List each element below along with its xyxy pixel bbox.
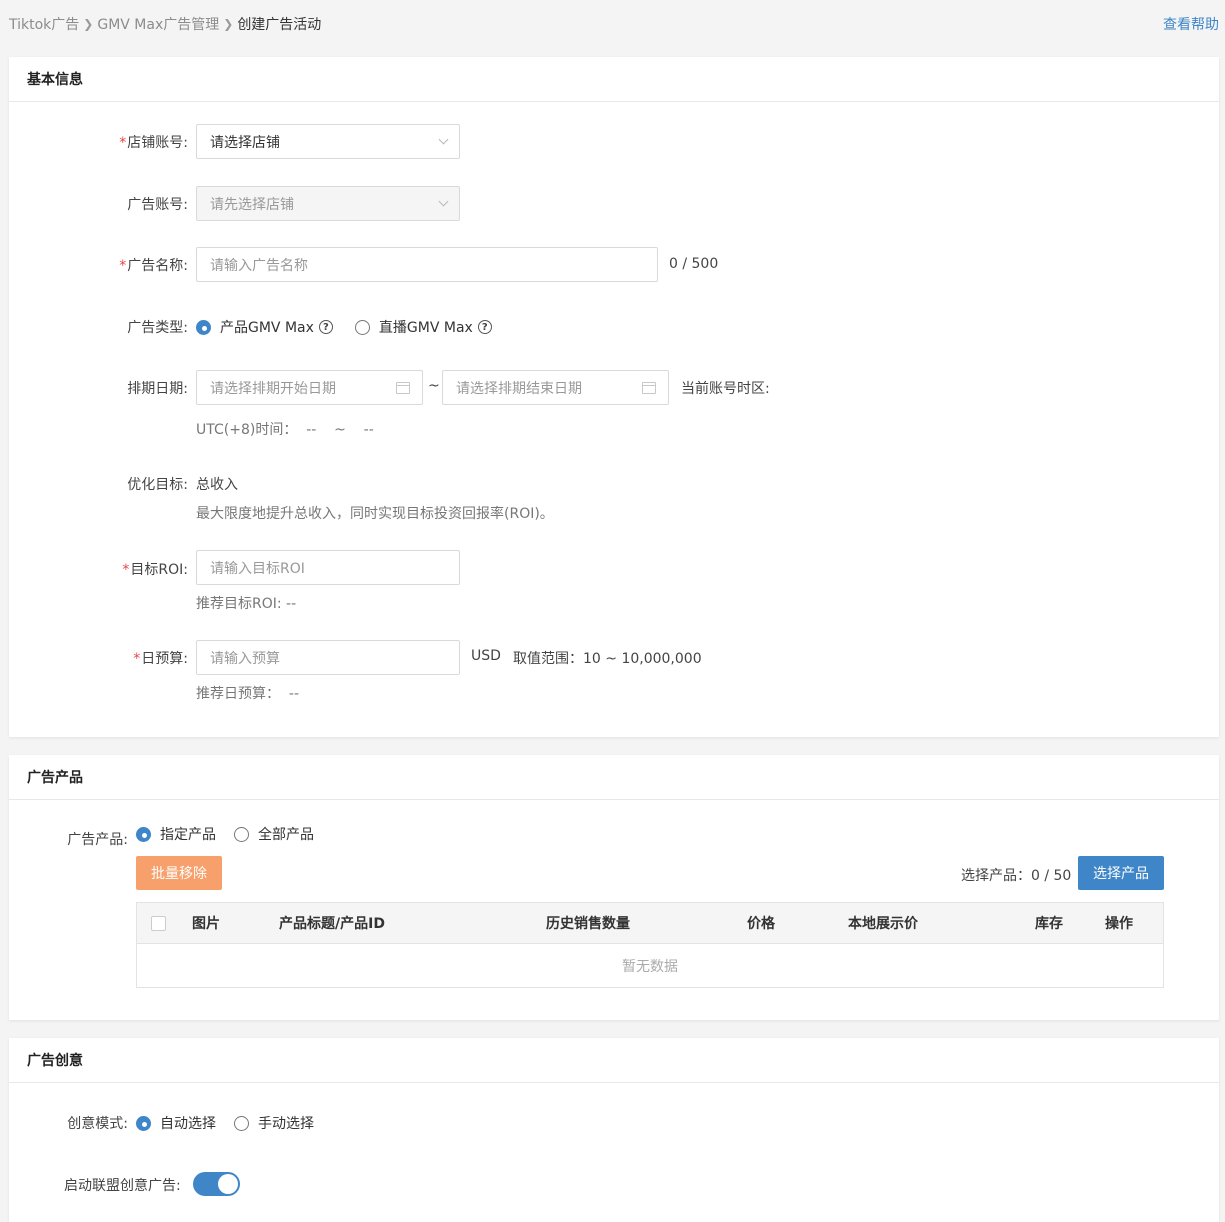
timezone-label: 当前账号时区: xyxy=(681,381,770,397)
product-option-specified[interactable]: 指定产品 xyxy=(136,824,216,844)
schedule-range-separator: ~ xyxy=(428,378,440,394)
radio-unchecked-icon xyxy=(354,319,370,335)
ad-type-label: 广告类型: xyxy=(127,320,188,336)
column-header-title: 产品标题/产品ID xyxy=(279,916,385,932)
target-roi-label: *目标ROI: xyxy=(122,562,188,578)
products-table: 图片 产品标题/产品ID 历史销售数量 价格 本地展示价 库存 操作 暂无数据 xyxy=(136,902,1164,988)
radio-checked-icon xyxy=(196,319,211,335)
schedule-start-input[interactable]: 请选择排期开始日期 xyxy=(196,370,423,405)
required-mark: * xyxy=(119,258,127,274)
store-account-label: *店铺账号: xyxy=(119,135,188,151)
ad-products-radio-group: 指定产品 全部产品 xyxy=(136,824,332,844)
table-header: 图片 产品标题/产品ID 历史销售数量 价格 本地展示价 库存 操作 xyxy=(137,903,1163,944)
optimize-goal-label: 优化目标: xyxy=(127,477,188,493)
column-header-stock: 库存 xyxy=(1035,916,1063,932)
batch-remove-button[interactable]: 批量移除 xyxy=(136,856,222,890)
calendar-icon xyxy=(642,381,656,394)
ad-type-option-product[interactable]: 产品GMV Max ? xyxy=(196,317,333,337)
basic-info-title: 基本信息 xyxy=(9,57,1219,102)
ad-account-label: 广告账号: xyxy=(127,197,188,213)
basic-info-card: 基本信息 *店铺账号: 请选择店铺 广告账号: 请先选择店铺 *广告名称: 请输… xyxy=(9,57,1219,737)
ad-products-card: 广告产品 广告产品: 指定产品 全部产品 批量移除 选择产品：0 / 50 选择… xyxy=(9,755,1219,1020)
schedule-end-input[interactable]: 请选择排期结束日期 xyxy=(442,370,669,405)
daily-budget-hint: 推荐日预算： -- xyxy=(196,686,300,702)
product-option-all[interactable]: 全部产品 xyxy=(234,824,314,844)
radio-unchecked-icon xyxy=(234,1115,249,1131)
affiliate-creative-toggle[interactable] xyxy=(193,1172,240,1196)
ad-type-radio-group: 产品GMV Max ? 直播GMV Max ? xyxy=(196,317,510,337)
help-question-icon[interactable]: ? xyxy=(318,320,333,334)
column-header-price: 价格 xyxy=(747,916,775,932)
required-mark: * xyxy=(119,135,127,151)
creative-mode-radio-group: 自动选择 手动选择 xyxy=(136,1113,332,1133)
utc-time-text: UTC(+8)时间： -- ~ -- xyxy=(196,422,374,438)
creative-option-auto[interactable]: 自动选择 xyxy=(136,1113,216,1133)
ad-products-label: 广告产品: xyxy=(67,832,128,848)
breadcrumb: Tiktok广告 ❯ GMV Max广告管理 ❯ 创建广告活动 xyxy=(9,14,321,34)
optimize-goal-description: 最大限度地提升总收入，同时实现目标投资回报率(ROI)。 xyxy=(196,506,554,522)
ad-products-title: 广告产品 xyxy=(9,755,1219,800)
daily-budget-range: 取值范围：10 ~ 10,000,000 xyxy=(513,651,702,667)
required-mark: * xyxy=(133,651,141,667)
ad-creative-title: 广告创意 xyxy=(9,1038,1219,1083)
daily-budget-input[interactable]: 请输入预算 xyxy=(196,640,460,675)
radio-unchecked-icon xyxy=(234,826,249,842)
help-question-icon[interactable]: ? xyxy=(477,320,492,334)
target-roi-hint: 推荐目标ROI: -- xyxy=(196,596,297,612)
column-header-sales: 历史销售数量 xyxy=(546,916,630,932)
breadcrumb-item-current: 创建广告活动 xyxy=(237,17,322,33)
basic-info-body: *店铺账号: 请选择店铺 广告账号: 请先选择店铺 *广告名称: 请输入广告名称… xyxy=(9,102,1219,737)
ad-name-label: *广告名称: xyxy=(119,258,188,274)
radio-checked-icon xyxy=(136,1115,151,1131)
ad-name-counter: 0 / 500 xyxy=(669,256,719,272)
creative-option-manual[interactable]: 手动选择 xyxy=(234,1113,314,1133)
chevron-down-icon xyxy=(438,134,449,145)
breadcrumb-separator-icon: ❯ xyxy=(223,17,234,31)
daily-budget-currency: USD xyxy=(471,648,501,664)
ad-products-body: 广告产品: 指定产品 全部产品 批量移除 选择产品：0 / 50 选择产品 图片… xyxy=(9,800,1219,1020)
ad-account-select[interactable]: 请先选择店铺 xyxy=(196,186,460,221)
affiliate-creative-label: 启动联盟创意广告: xyxy=(64,1178,181,1194)
table-empty-text: 暂无数据 xyxy=(622,958,678,975)
breadcrumb-item-gmv-max[interactable]: GMV Max广告管理 xyxy=(97,14,219,34)
calendar-icon xyxy=(396,381,410,394)
help-link[interactable]: 查看帮助 xyxy=(1163,14,1219,34)
store-account-select[interactable]: 请选择店铺 xyxy=(196,124,460,159)
ad-type-option-live[interactable]: 直播GMV Max ? xyxy=(354,317,492,337)
column-header-actions: 操作 xyxy=(1105,916,1133,932)
schedule-label: 排期日期: xyxy=(127,381,188,397)
daily-budget-label: *日预算: xyxy=(133,651,188,667)
chevron-down-icon xyxy=(438,196,449,207)
ad-creative-card: 广告创意 创意模式: 自动选择 手动选择 启动联盟创意广告: xyxy=(9,1038,1219,1222)
optimize-goal-value: 总收入 xyxy=(196,477,238,493)
column-header-image: 图片 xyxy=(192,916,220,932)
target-roi-input[interactable]: 请输入目标ROI xyxy=(196,550,460,585)
select-products-button[interactable]: 选择产品 xyxy=(1078,856,1164,890)
top-bar: Tiktok广告 ❯ GMV Max广告管理 ❯ 创建广告活动 查看帮助 xyxy=(0,0,1225,48)
breadcrumb-item-tiktok-ads[interactable]: Tiktok广告 xyxy=(9,14,79,34)
creative-mode-label: 创意模式: xyxy=(67,1116,128,1132)
radio-checked-icon xyxy=(136,826,151,842)
selected-product-count: 选择产品：0 / 50 xyxy=(961,868,1072,884)
column-header-local-price: 本地展示价 xyxy=(848,916,918,932)
ad-creative-body: 创意模式: 自动选择 手动选择 启动联盟创意广告: xyxy=(9,1083,1219,1222)
ad-name-input[interactable]: 请输入广告名称 xyxy=(196,247,658,282)
select-all-checkbox[interactable] xyxy=(151,916,166,931)
required-mark: * xyxy=(122,562,130,578)
breadcrumb-separator-icon: ❯ xyxy=(83,17,94,31)
